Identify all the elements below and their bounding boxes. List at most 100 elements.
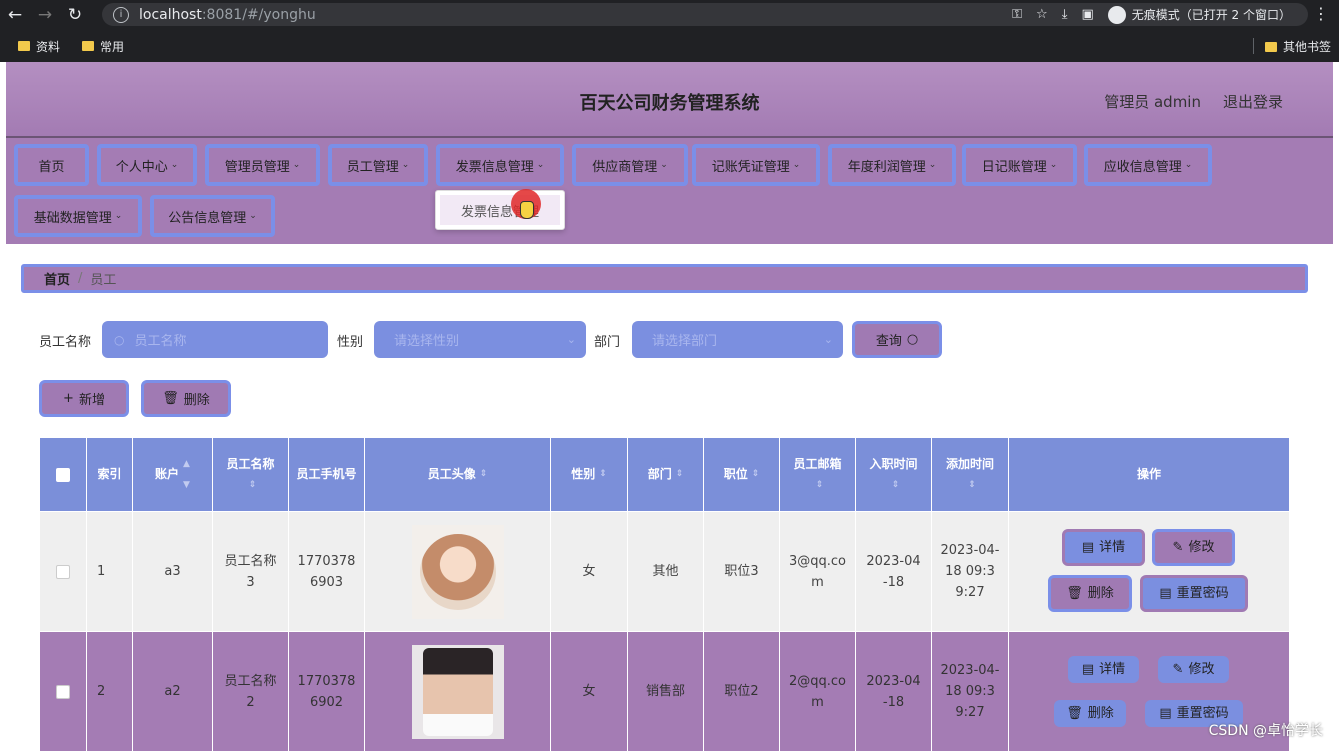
nav-item-voucher[interactable]: 记账凭证管理⌄ [692,144,820,186]
chevron-down-icon: ⌄ [824,333,833,346]
cell-added-time: 2023-04-18 09:39:27 [932,512,1009,632]
gender-select[interactable]: 请选择性别 ⌄ [374,321,586,358]
bulk-delete-button[interactable]: 🗑删除 [141,380,231,417]
logout-link[interactable]: 退出登录 [1223,91,1283,112]
site-info-icon[interactable]: i [113,7,129,23]
cell-email: 2@qq.com [780,632,856,752]
cell-position: 职位3 [704,512,780,632]
nav-label: 基础数据管理 [34,207,112,226]
delete-button[interactable]: 🗑删除 [1048,575,1132,612]
edit-button[interactable]: ✎修改 [1158,656,1229,683]
query-button[interactable]: 查询○ [852,321,942,358]
reset-password-button[interactable]: ▤重置密码 [1140,575,1248,612]
col-account[interactable]: 账户▲▼ [133,438,213,512]
dropdown-item-invoice[interactable]: 发票信息管理 [440,195,560,225]
menu-icon[interactable]: ⋮ [1313,4,1329,23]
browser-chrome: ← → ↻ i localhost:8081/#/yonghu ⚿ ☆ ⤓ ▣ … [0,0,1339,62]
col-position[interactable]: 职位⇕ [704,438,780,512]
nav-item-notice[interactable]: 公告信息管理⌄ [150,195,275,237]
nav-item-admin[interactable]: 管理员管理⌄ [205,144,320,186]
edit-icon: ✎ [1173,659,1184,680]
cell-actions: ▤详情 ✎修改 🗑删除 ▤重置密码 [1009,512,1289,632]
key-icon[interactable]: ⚿ [1012,7,1022,22]
nav-label: 年度利润管理 [848,156,926,175]
app-header: 百天公司财务管理系统 管理员 admin 退出登录 [6,62,1333,138]
incognito-indicator[interactable]: 无痕模式（已打开 2 个窗口） [1108,6,1291,24]
col-dept[interactable]: 部门⇕ [628,438,704,512]
col-join-date[interactable]: 入职时间⇕ [856,438,932,512]
header-label: 员工手机号 [297,464,357,485]
bookmark-folder[interactable]: 资料 [18,38,60,55]
cell-email: 3@qq.com [780,512,856,632]
col-avatar[interactable]: 员工头像⇕ [365,438,551,512]
col-phone[interactable]: 员工手机号 [289,438,365,512]
avatar-image[interactable] [412,645,504,739]
delete-button[interactable]: 🗑删除 [1054,700,1126,727]
chevron-down-icon: ⌄ [1050,160,1058,170]
sort-icon: ⇕ [968,475,976,496]
avatar-image[interactable] [412,525,504,619]
edit-button[interactable]: ✎修改 [1152,529,1235,566]
header-label: 员工头像 [428,464,476,485]
cell-account: a3 [133,512,213,632]
forward-icon[interactable]: → [30,5,60,25]
current-user: 管理员 admin [1104,91,1201,112]
table-header: 索引 账户▲▼ 员工名称⇕ 员工手机号 员工头像⇕ 性别⇕ 部门⇕ 职位⇕ 员工… [40,438,1289,512]
nav-item-invoice[interactable]: 发票信息管理⌄ [436,144,564,186]
nav-item-supplier[interactable]: 供应商管理⌄ [572,144,688,186]
col-added-time[interactable]: 添加时间⇕ [932,438,1009,512]
row-checkbox[interactable] [56,565,70,579]
download-icon[interactable]: ⤓ [1062,7,1068,22]
chevron-down-icon: ⌄ [793,160,801,170]
department-select[interactable]: 请选择部门 ⌄ [632,321,843,358]
col-name[interactable]: 员工名称⇕ [213,438,289,512]
nav-label: 应收信息管理 [1104,156,1182,175]
col-gender[interactable]: 性别⇕ [551,438,628,512]
app-page: 百天公司财务管理系统 管理员 admin 退出登录 首页 个人中心⌄ 管理员管理… [6,62,1333,750]
breadcrumb-home[interactable]: 首页 [44,269,70,288]
trash-icon: 🗑 [1066,583,1083,604]
bookmark-folder[interactable]: 常用 [82,38,124,55]
sidepanel-icon[interactable]: ▣ [1081,7,1093,22]
header-label: 员工名称 [226,454,274,475]
employee-name-input[interactable]: ○ 员工名称 [102,321,328,358]
header-label: 索引 [97,464,121,485]
star-icon[interactable]: ☆ [1036,7,1048,22]
nav-item-home[interactable]: 首页 [14,144,89,186]
add-label: 新增 [79,389,105,408]
add-button[interactable]: + 新增 [39,380,129,417]
row-checkbox[interactable] [56,685,70,699]
cell-join-date: 2023-04-18 [856,512,932,632]
nav-item-profile[interactable]: 个人中心⌄ [97,144,197,186]
col-email[interactable]: 员工邮箱⇕ [780,438,856,512]
name-filter-label: 员工名称 [39,331,91,350]
nav-item-receivable[interactable]: 应收信息管理⌄ [1084,144,1212,186]
delete-label: 删除 [184,389,210,408]
document-icon: ▤ [1159,703,1171,724]
sort-icon: ⇕ [752,464,760,485]
query-label: 查询 [876,330,902,349]
url-host: localhost [139,7,202,23]
nav-item-profit[interactable]: 年度利润管理⌄ [828,144,956,186]
nav-label: 首页 [38,156,64,175]
sort-icon: ▲▼ [183,454,190,496]
header-label: 入职时间 [869,454,917,475]
detail-button[interactable]: ▤详情 [1068,656,1139,683]
nav-item-employee[interactable]: 员工管理⌄ [328,144,428,186]
sort-icon: ⇕ [892,475,900,496]
col-actions: 操作 [1009,438,1289,512]
select-placeholder: 请选择性别 [394,330,459,349]
select-all-checkbox[interactable] [56,468,70,482]
employee-table: 索引 账户▲▼ 员工名称⇕ 员工手机号 员工头像⇕ 性别⇕ 部门⇕ 职位⇕ 员工… [40,438,1289,752]
header-label: 员工邮箱 [793,454,841,475]
watermark: CSDN @卓怡学长 [1209,720,1323,740]
nav-item-basic-data[interactable]: 基础数据管理⌄ [14,195,142,237]
cell-name: 员工名称2 [213,632,289,752]
nav-item-journal[interactable]: 日记账管理⌄ [962,144,1077,186]
invoice-dropdown-menu: 发票信息管理 [435,190,565,230]
other-bookmarks[interactable]: 其他书签 [1265,38,1331,55]
reload-icon[interactable]: ↻ [60,5,90,25]
detail-button[interactable]: ▤详情 [1062,529,1145,566]
plus-icon: + [63,391,74,406]
back-icon[interactable]: ← [0,5,30,25]
